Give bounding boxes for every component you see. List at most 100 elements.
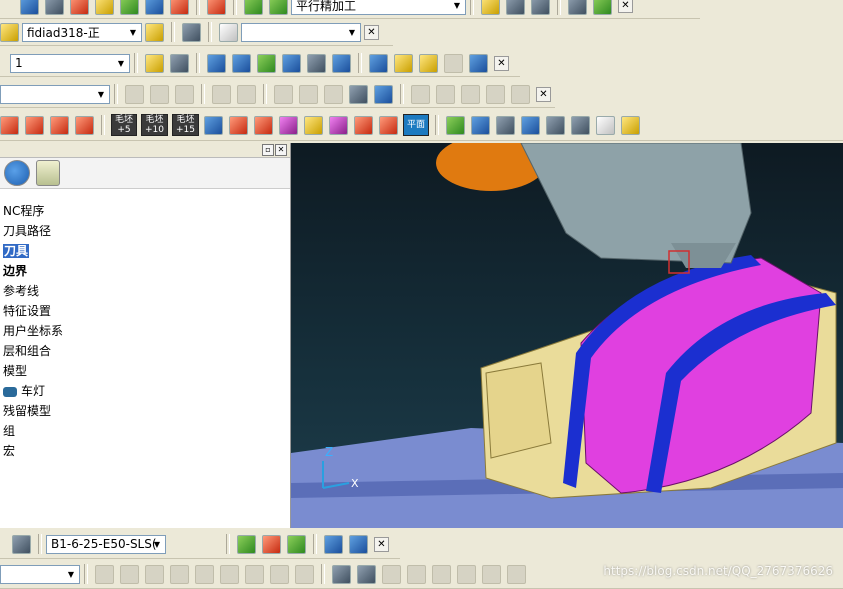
align-bottom-icon[interactable] bbox=[571, 115, 591, 135]
tree-item[interactable]: NC程序 bbox=[0, 201, 63, 221]
leads-icon[interactable] bbox=[145, 0, 164, 15]
tree-item[interactable]: 特征设置 bbox=[0, 301, 63, 321]
tree-item[interactable]: 残留模型 bbox=[0, 401, 63, 421]
stock-plus-15-button[interactable]: 毛坯 +15 bbox=[172, 114, 200, 136]
layer-icon[interactable] bbox=[374, 84, 393, 104]
tool-number-combo[interactable]: 1 ▼ bbox=[10, 53, 130, 73]
strategy-combo[interactable]: 平行精加工 ▼ bbox=[291, 0, 466, 15]
curve-tool-icon[interactable] bbox=[279, 115, 299, 135]
light-icon[interactable] bbox=[145, 22, 164, 42]
cursor-icon[interactable] bbox=[496, 115, 516, 135]
properties-icon[interactable] bbox=[369, 53, 388, 73]
component-icon[interactable] bbox=[304, 115, 324, 135]
3d-viewport[interactable]: Z X bbox=[291, 143, 843, 528]
toolpath-combo[interactable]: B1-6-25-E50-SLS( ▼ bbox=[46, 534, 166, 554]
open-folder-icon[interactable] bbox=[145, 53, 164, 73]
toolbar-close-button[interactable]: ✕ bbox=[494, 55, 509, 71]
workplane-icon[interactable] bbox=[219, 22, 238, 42]
point-icon[interactable] bbox=[471, 115, 491, 135]
workplane-combo[interactable]: ▼ bbox=[241, 22, 361, 42]
mirror-icon[interactable] bbox=[521, 115, 541, 135]
start-point-icon[interactable] bbox=[170, 0, 189, 15]
stock-plus-10-button[interactable]: 毛坯 +10 bbox=[141, 114, 169, 136]
tree-item[interactable]: 参考线 bbox=[0, 281, 63, 301]
frame-icon[interactable] bbox=[307, 53, 326, 73]
stock-plus-5-button[interactable]: 毛坯 +5 bbox=[111, 114, 138, 136]
spline-icon bbox=[299, 84, 318, 104]
toolbar-close-button[interactable]: ✕ bbox=[536, 86, 551, 102]
axis-x-label: X bbox=[351, 477, 359, 490]
pencil-icon[interactable] bbox=[324, 534, 343, 554]
toolpath-icon[interactable] bbox=[12, 534, 31, 554]
diamond-icon[interactable] bbox=[596, 115, 616, 135]
box-icon[interactable] bbox=[282, 53, 301, 73]
shade-icon[interactable] bbox=[621, 115, 641, 135]
machine-combo[interactable]: fidiad318-正 ▼ bbox=[22, 22, 142, 42]
simulate-icon[interactable] bbox=[207, 0, 226, 15]
toolbar-close-button[interactable]: ✕ bbox=[374, 536, 389, 552]
edit-icon bbox=[245, 564, 264, 584]
offset-icon[interactable] bbox=[379, 115, 399, 135]
frame-icon[interactable] bbox=[357, 564, 376, 584]
tree-item[interactable]: 组 bbox=[0, 421, 63, 441]
feed-icon[interactable] bbox=[120, 0, 139, 15]
cross-tool-icon[interactable] bbox=[349, 534, 368, 554]
align-top-icon[interactable] bbox=[546, 115, 566, 135]
recycle-bin-icon[interactable] bbox=[36, 160, 60, 186]
keyboard-icon[interactable] bbox=[531, 0, 550, 15]
gouge-icon[interactable] bbox=[287, 534, 306, 554]
tree-item[interactable]: 边界 bbox=[0, 261, 63, 281]
spline-icon[interactable] bbox=[257, 53, 276, 73]
tree-item[interactable]: 车灯 bbox=[0, 381, 63, 401]
empty-combo[interactable]: ▼ bbox=[0, 84, 110, 104]
stack-icon[interactable] bbox=[329, 115, 349, 135]
tool-holder-icon[interactable] bbox=[75, 115, 94, 135]
calculator-icon[interactable] bbox=[506, 0, 525, 15]
cross-tool-icon[interactable] bbox=[469, 53, 488, 73]
frame-icon[interactable] bbox=[332, 564, 351, 584]
tree-item[interactable]: 用户坐标系 bbox=[0, 321, 63, 341]
tool-holder-icon[interactable] bbox=[50, 115, 69, 135]
wizard-icon[interactable] bbox=[45, 0, 64, 15]
tree-item[interactable]: 宏 bbox=[0, 441, 63, 461]
tree-item[interactable]: 刀具 bbox=[0, 241, 63, 261]
machine-tool-icon[interactable] bbox=[182, 22, 201, 42]
restore-button[interactable]: ▫ bbox=[262, 144, 274, 156]
strategy-list-icon[interactable] bbox=[269, 0, 288, 15]
boundary-icon[interactable] bbox=[254, 115, 274, 135]
block-icon[interactable] bbox=[229, 115, 249, 135]
pattern-icon[interactable] bbox=[354, 115, 374, 135]
save-icon[interactable] bbox=[170, 53, 189, 73]
edit-icon bbox=[95, 564, 114, 584]
globe-icon[interactable] bbox=[4, 160, 30, 186]
settings-icon[interactable] bbox=[568, 0, 587, 15]
bottom-combo[interactable]: ▼ bbox=[0, 564, 80, 584]
tool-icon[interactable] bbox=[70, 0, 89, 15]
leadin-icon[interactable] bbox=[237, 534, 256, 554]
close-button[interactable]: ✕ bbox=[275, 144, 287, 156]
curve-icon[interactable] bbox=[207, 53, 226, 73]
strategy-icon[interactable] bbox=[244, 0, 263, 15]
star-shape-icon[interactable] bbox=[232, 53, 251, 73]
block-icon[interactable] bbox=[95, 0, 114, 15]
undo-icon[interactable] bbox=[419, 53, 438, 73]
tool-holder-icon[interactable] bbox=[0, 115, 19, 135]
toolbar-close-button[interactable]: ✕ bbox=[364, 24, 379, 40]
eraser-icon[interactable] bbox=[394, 53, 413, 73]
tree-item[interactable]: 模型 bbox=[0, 361, 63, 381]
edit-icon[interactable] bbox=[481, 0, 500, 15]
cylinder-icon[interactable] bbox=[204, 115, 224, 135]
tool-holder-icon[interactable] bbox=[25, 115, 44, 135]
swirl-icon[interactable] bbox=[446, 115, 466, 135]
plane-button[interactable]: 平面 bbox=[403, 114, 430, 136]
edit-icon bbox=[432, 564, 451, 584]
layer-icon[interactable] bbox=[332, 53, 351, 73]
frame-icon[interactable] bbox=[349, 84, 368, 104]
cube-icon[interactable] bbox=[20, 0, 39, 15]
toolbar-close-button[interactable]: ✕ bbox=[618, 0, 633, 13]
collision-icon[interactable] bbox=[262, 534, 281, 554]
verify-icon[interactable] bbox=[593, 0, 612, 15]
tree-item[interactable]: 刀具路径 bbox=[0, 221, 63, 241]
machining-scene: Z X bbox=[291, 143, 843, 528]
tree-item[interactable]: 层和组合 bbox=[0, 341, 63, 361]
